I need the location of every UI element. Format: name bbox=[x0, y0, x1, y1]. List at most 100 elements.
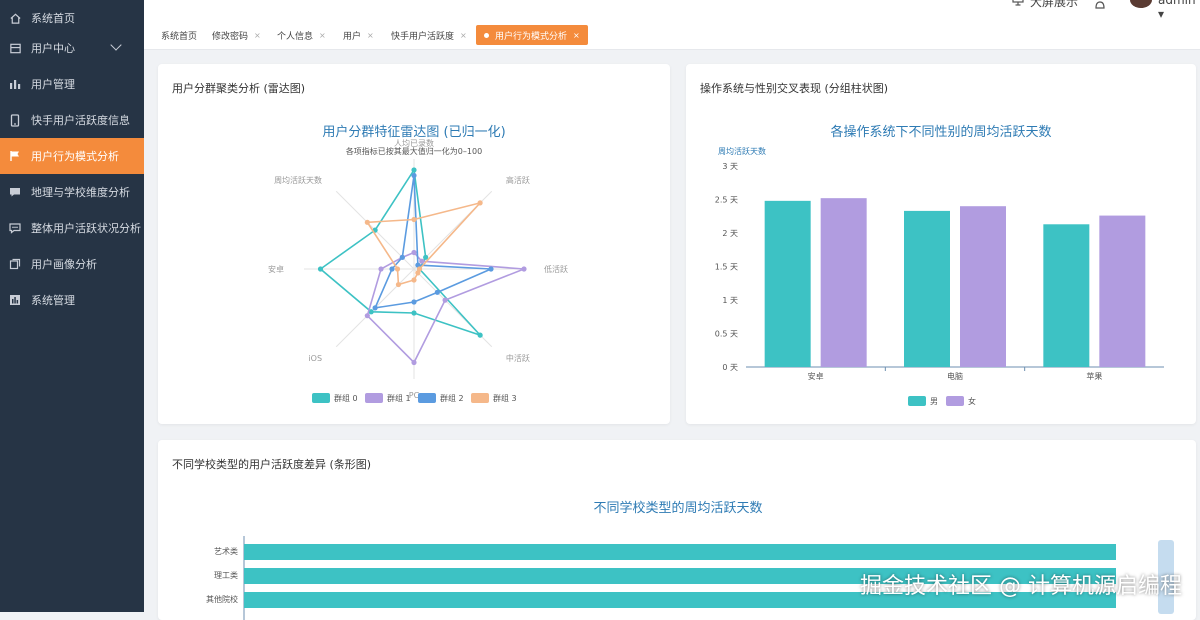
flag-icon bbox=[8, 149, 22, 163]
chat-icon bbox=[8, 185, 22, 199]
radar-point bbox=[411, 250, 416, 255]
legend-label: 群组 1 bbox=[387, 393, 411, 403]
legend-label: 群组 2 bbox=[440, 393, 464, 403]
sidebar-item-system-management[interactable]: 系统管理 bbox=[0, 282, 144, 318]
avatar[interactable] bbox=[1130, 0, 1152, 8]
sidebar-item-label: 整体用户活跃状况分析 bbox=[31, 220, 141, 236]
legend-label: 群组 0 bbox=[334, 393, 358, 403]
radar-point bbox=[365, 220, 370, 225]
tab-label: 用户 bbox=[343, 29, 361, 42]
monitor-icon bbox=[1012, 0, 1024, 9]
radar-point bbox=[396, 282, 401, 287]
y-tick-label: 2 天 bbox=[722, 229, 738, 238]
radar-chart: 用户分群特征雷达图 (已归一化) 各项指标已按其最大值归一化为0–100 人均已… bbox=[158, 64, 670, 424]
x-tick-label: 安卓 bbox=[808, 371, 824, 381]
radar-point bbox=[415, 270, 420, 275]
chevron-down-icon bbox=[110, 39, 121, 50]
radar-indicator-label: 人均已录数 bbox=[394, 138, 434, 148]
sidebar-item-overall-activity[interactable]: 整体用户活跃状况分析 bbox=[0, 210, 144, 246]
close-icon[interactable]: × bbox=[254, 31, 261, 40]
legend-swatch bbox=[908, 396, 926, 406]
radar-point bbox=[411, 277, 416, 282]
sidebar-item-label: 用户行为模式分析 bbox=[31, 148, 119, 164]
bar bbox=[960, 206, 1006, 367]
legend-swatch bbox=[365, 393, 383, 403]
active-dot-icon bbox=[484, 33, 489, 38]
bar bbox=[1043, 224, 1089, 367]
sidebar-item-label: 系统首页 bbox=[31, 10, 75, 26]
radar-card: 用户分群聚类分析 (雷达图) 用户分群特征雷达图 (已归一化) 各项指标已按其最… bbox=[158, 64, 670, 424]
chat-dots-icon bbox=[8, 221, 22, 235]
tab-personal-info[interactable]: 个人信息× bbox=[277, 25, 326, 45]
chart-title: 各操作系统下不同性别的周均活跃天数 bbox=[830, 124, 1051, 140]
legend-swatch bbox=[946, 396, 964, 406]
user-center-icon bbox=[8, 41, 22, 55]
home-icon bbox=[8, 11, 22, 25]
sidebar-item-user-center[interactable]: 用户中心 bbox=[0, 30, 144, 66]
bar-card: 操作系统与性别交叉表现 (分组柱状图) 各操作系统下不同性别的周均活跃天数 周均… bbox=[686, 64, 1196, 424]
y-tick-label: 其他院校 bbox=[206, 594, 238, 604]
bell-icon[interactable] bbox=[1094, 0, 1106, 15]
radar-indicator-label: 低活跃 bbox=[544, 264, 568, 274]
tab-user[interactable]: 用户 × bbox=[343, 25, 374, 45]
close-icon[interactable]: × bbox=[460, 31, 467, 40]
big-screen-label: 大屏展示 bbox=[1030, 0, 1078, 10]
sidebar-item-user-portrait[interactable]: 用户画像分析 bbox=[0, 246, 144, 282]
sidebar-item-geo-school[interactable]: 地理与学校维度分析 bbox=[0, 174, 144, 210]
big-screen-link[interactable]: 大屏展示 bbox=[1012, 0, 1078, 10]
tab-label: 用户行为模式分析 bbox=[495, 29, 567, 42]
tab-label: 修改密码 bbox=[212, 29, 248, 42]
radar-point bbox=[435, 290, 440, 295]
radar-point bbox=[318, 266, 323, 271]
tab-change-password[interactable]: 修改密码 × bbox=[212, 25, 261, 45]
sidebar-item-behavior-analysis[interactable]: 用户行为模式分析 bbox=[0, 138, 144, 174]
x-tick-label: 电脑 bbox=[947, 371, 963, 381]
radar-point bbox=[478, 200, 483, 205]
phone-icon bbox=[8, 113, 22, 127]
bar bbox=[244, 544, 1116, 560]
radar-point bbox=[443, 298, 448, 303]
grouped-bar-chart: 各操作系统下不同性别的周均活跃天数 周均活跃天数 0 天0.5 天1 天1.5 … bbox=[686, 64, 1196, 424]
radar-point bbox=[411, 299, 416, 304]
tab-home[interactable]: 系统首页 bbox=[161, 25, 197, 45]
tab-behavior-analysis[interactable]: 用户行为模式分析 × bbox=[476, 25, 588, 45]
legend-swatch bbox=[471, 393, 489, 403]
sidebar-item-label: 用户中心 bbox=[31, 40, 75, 56]
sidebar-item-label: 用户管理 bbox=[31, 76, 75, 92]
radar-point bbox=[488, 266, 493, 271]
close-icon[interactable]: × bbox=[367, 31, 374, 40]
watermark: 掘金技术社区 @ 计算机源启编程 bbox=[860, 568, 1182, 600]
user-name: admin bbox=[1158, 0, 1196, 7]
radar-indicator-label: iOS bbox=[308, 354, 322, 363]
radar-point bbox=[411, 217, 416, 222]
tab-label: 快手用户活跃度 bbox=[391, 29, 454, 42]
radar-point bbox=[411, 173, 416, 178]
y-axis-label: 周均活跃天数 bbox=[718, 146, 766, 156]
bar bbox=[904, 211, 950, 367]
legend-label: 男 bbox=[930, 397, 938, 406]
tab-label: 系统首页 bbox=[161, 29, 197, 42]
close-icon[interactable]: × bbox=[319, 31, 326, 40]
sidebar-item-label: 用户画像分析 bbox=[31, 256, 97, 272]
y-tick-label: 艺术类 bbox=[214, 546, 238, 556]
sidebar-item-user-management[interactable]: 用户管理 bbox=[0, 66, 144, 102]
bar-chart-icon bbox=[8, 77, 22, 91]
user-menu[interactable]: admin ▾ bbox=[1158, 0, 1200, 21]
x-tick-label: 苹果 bbox=[1086, 371, 1102, 381]
radar-point bbox=[411, 310, 416, 315]
close-icon[interactable]: × bbox=[573, 31, 580, 40]
sidebar-item-kuaishou-activity[interactable]: 快手用户活跃度信息 bbox=[0, 102, 144, 138]
sidebar-item-label: 系统管理 bbox=[31, 292, 75, 308]
top-bar: 大屏展示 admin ▾ 系统首页 修改密码 × 个人信息× 用户 × 快手用户活跃… bbox=[144, 0, 1200, 50]
radar-point bbox=[378, 266, 383, 271]
radar-point bbox=[395, 266, 400, 271]
bar bbox=[1099, 216, 1145, 367]
sidebar-item-label: 地理与学校维度分析 bbox=[31, 184, 130, 200]
y-tick-label: 0.5 天 bbox=[715, 330, 738, 339]
tab-kuaishou-activity[interactable]: 快手用户活跃度 × bbox=[391, 25, 467, 45]
bar bbox=[765, 201, 811, 367]
radar-point bbox=[389, 266, 394, 271]
radar-point bbox=[478, 333, 483, 338]
sidebar-item-label: 快手用户活跃度信息 bbox=[31, 112, 130, 128]
radar-indicator-label: 高活跃 bbox=[506, 175, 530, 185]
